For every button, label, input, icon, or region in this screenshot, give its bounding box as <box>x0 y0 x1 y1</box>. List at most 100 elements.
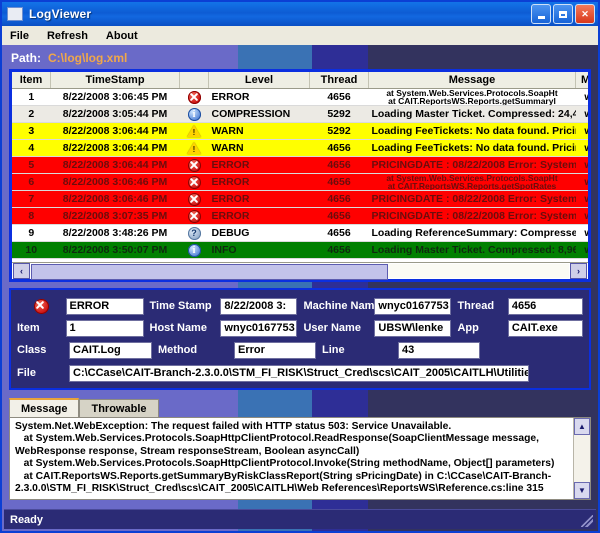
menu-item-about[interactable]: About <box>106 30 138 42</box>
cell-message: Loading FeeTickets: No data found. Prici… <box>368 139 576 157</box>
table-row[interactable]: 108/22/2008 3:50:07 PM INFO4656Loading Ma… <box>12 241 588 259</box>
cell-level: ERROR <box>208 207 310 225</box>
table-row[interactable]: 8 8/22/2008 3:07:35 PM ERROR 4656 PRICINGDAT… <box>12 207 588 225</box>
method-field[interactable]: Error <box>234 341 316 359</box>
line-field[interactable]: 43 <box>398 341 480 359</box>
cell-message-line2: at CAIT.ReportsWS.Reports.getSpotRates <box>387 181 557 191</box>
detail-row-2: Item 1 Host Name wnyc0167753 User Name U… <box>17 317 584 339</box>
cell-timestamp: 8/22/2008 3:48:26 PM <box>50 224 180 242</box>
machinename-field[interactable]: wnyc0167753 <box>374 297 452 315</box>
line-label: Line <box>322 344 345 356</box>
cell-machinename: wnyc0167753 <box>575 207 588 225</box>
minimize-button[interactable] <box>531 4 551 24</box>
table-row[interactable]: 1 8/22/2008 3:06:45 PM ERROR 4656 at System.… <box>12 88 588 106</box>
cell-level-icon <box>179 173 209 191</box>
timestamp-field[interactable]: 8/22/2008 3: <box>220 297 298 315</box>
menu-item-file[interactable]: File <box>10 30 29 42</box>
cell-item: 6 <box>12 173 51 191</box>
table-row[interactable]: 98/22/2008 3:48:26 PM DEBUG4656Loading Re… <box>12 224 588 242</box>
class-label: Class <box>17 344 47 356</box>
cell-thread: 4656 <box>309 207 369 225</box>
cell-item: 3 <box>12 122 51 140</box>
close-icon: ✕ <box>581 8 589 19</box>
table-row[interactable]: 6 8/22/2008 3:06:46 PM ERROR 4656 at System.… <box>12 173 588 191</box>
scroll-left-button[interactable]: ‹ <box>13 263 30 279</box>
table-row[interactable]: 5 8/22/2008 3:06:44 PM ERROR 4656 PRICINGDAT… <box>12 156 588 174</box>
table-row[interactable]: 38/22/2008 3:06:44 PM WARN5292Loading Fee… <box>12 122 588 140</box>
error-icon <box>33 298 49 314</box>
cell-level-icon <box>179 105 209 123</box>
maximize-button[interactable] <box>553 4 573 24</box>
detail-row-1: ERROR Time Stamp 8/22/2008 3: Machine Na… <box>17 295 584 317</box>
column-header-item[interactable]: Item <box>12 72 51 89</box>
info-icon <box>187 243 201 257</box>
close-button[interactable]: ✕ <box>575 4 595 24</box>
cell-thread: 4656 <box>309 241 369 259</box>
column-header-icon[interactable] <box>179 72 209 89</box>
resize-grip[interactable] <box>581 515 593 527</box>
path-value[interactable]: C:\log\log.xml <box>48 51 127 65</box>
cell-level: ERROR <box>208 173 310 191</box>
message-vertical-scrollbar[interactable]: ▲ ▼ <box>573 418 590 499</box>
log-table: Item TimeStamp Level Thread Message Mach… <box>12 72 588 259</box>
cell-level: COMPRESSION <box>208 105 310 123</box>
message-text: System.Net.WebException: The request fai… <box>15 421 555 495</box>
table-row[interactable]: 7 8/22/2008 3:06:46 PM ERROR 4656 PRICINGDAT… <box>12 190 588 208</box>
tab-throwable[interactable]: Throwable <box>79 399 159 417</box>
class-field[interactable]: CAIT.Log <box>69 341 152 359</box>
timestamp-label: Time Stamp <box>149 300 212 312</box>
cell-level: ERROR <box>208 156 310 174</box>
scroll-track[interactable] <box>31 264 569 280</box>
column-header-machinename[interactable]: MachineName <box>575 72 588 89</box>
column-header-level[interactable]: Level <box>208 72 310 89</box>
scroll-thumb[interactable] <box>31 264 389 280</box>
grid-horizontal-scrollbar[interactable]: ‹ › <box>12 262 588 280</box>
header-row: Item TimeStamp Level Thread Message Mach… <box>12 72 588 89</box>
cell-timestamp: 8/22/2008 3:07:35 PM <box>50 207 180 225</box>
tab-area: Message Throwable System.Net.WebExceptio… <box>9 398 591 500</box>
debug-icon <box>187 226 201 240</box>
file-label: File <box>17 367 36 379</box>
username-field[interactable]: UBSW\lenke <box>374 319 452 337</box>
table-row[interactable]: 48/22/2008 3:06:44 PM WARN4656Loading Fee… <box>12 139 588 157</box>
cell-level: DEBUG <box>208 224 310 242</box>
cell-item: 5 <box>12 156 51 174</box>
cell-level: WARN <box>208 122 310 140</box>
hostname-label: Host Name <box>149 322 207 334</box>
warn-icon <box>187 142 201 155</box>
cell-thread: 4656 <box>309 139 369 157</box>
error-icon <box>187 175 201 189</box>
scroll-down-button[interactable]: ▼ <box>574 482 590 499</box>
table-row[interactable]: 28/22/2008 3:05:44 PM COMPRESSION5292Load… <box>12 105 588 123</box>
tab-message[interactable]: Message <box>9 398 80 417</box>
severity-icon-cell <box>17 298 66 314</box>
detail-row-file: File C:\CCase\CAIT-Branch-2.3.0.0\STM_FI… <box>17 361 583 385</box>
scroll-up-button[interactable]: ▲ <box>574 418 590 435</box>
cell-thread: 4656 <box>309 224 369 242</box>
thread-field[interactable]: 4656 <box>507 297 584 315</box>
item-field[interactable]: 1 <box>65 319 144 337</box>
cell-level: ERROR <box>208 88 310 106</box>
app-field[interactable]: CAIT.exe <box>507 319 584 337</box>
cell-machinename: wnyc0167753 <box>575 190 588 208</box>
status-bar: Ready <box>4 509 596 529</box>
detail-row-3: Class CAIT.Log Method Error Line 43 <box>17 339 583 361</box>
cell-item: 8 <box>12 207 51 225</box>
column-header-timestamp[interactable]: TimeStamp <box>50 72 180 89</box>
cell-item: 9 <box>12 224 51 242</box>
cell-message: Loading Master Ticket. Compressed: 8,967… <box>368 241 576 259</box>
cell-message-line2: at CAIT.ReportsWS.Reports.getSummaryl <box>388 96 556 106</box>
menu-item-refresh[interactable]: Refresh <box>47 30 88 42</box>
window-controls: ✕ <box>531 4 595 24</box>
hostname-field[interactable]: wnyc0167753 <box>220 319 298 337</box>
cell-level-icon <box>179 224 209 242</box>
window-title: LogViewer <box>29 7 92 21</box>
column-header-message[interactable]: Message <box>368 72 576 89</box>
cell-item: 7 <box>12 190 51 208</box>
scroll-right-button[interactable]: › <box>570 263 587 279</box>
column-header-thread[interactable]: Thread <box>309 72 369 89</box>
cell-message: PRICINGDATE : 08/22/2008 Error: System <box>368 207 576 225</box>
level-field[interactable]: ERROR <box>65 297 144 315</box>
file-field[interactable]: C:\CCase\CAIT-Branch-2.3.0.0\STM_FI_RISK… <box>69 364 529 382</box>
error-icon <box>187 209 201 223</box>
